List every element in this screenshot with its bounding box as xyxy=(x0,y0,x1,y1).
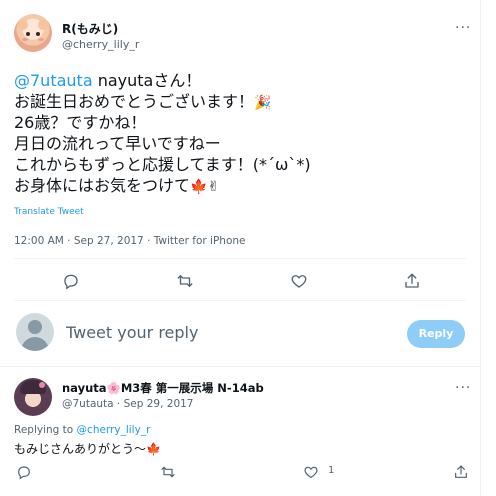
share-icon[interactable] xyxy=(453,464,469,480)
reply-icon[interactable] xyxy=(62,272,80,290)
tweet-text: @7utauta nayutaさん！ お誕生日おめでとうございます！🎉 26歳？… xyxy=(14,70,474,196)
replying-to-prefix: Replying to xyxy=(14,424,77,436)
like-icon[interactable] xyxy=(290,272,308,290)
author-handle[interactable]: @cherry_lily_r xyxy=(62,38,139,51)
like-icon[interactable] xyxy=(303,464,319,480)
author-name[interactable]: R(もみじ) xyxy=(62,20,118,37)
reply-icon[interactable] xyxy=(16,464,32,480)
retweet-icon[interactable] xyxy=(160,464,176,480)
tweet-line-text: お身体にはお気をつけて xyxy=(14,176,191,195)
reply-author-handle-date[interactable]: @7utauta · Sep 29, 2017 xyxy=(62,398,194,410)
maple-leaf-icon: 🍁 xyxy=(190,179,208,195)
tweet-actions xyxy=(0,266,480,296)
tweet-line-text: これからもずっと応援してます！(*´ω`*) xyxy=(14,155,311,174)
reply-button[interactable]: Reply xyxy=(407,320,465,348)
current-user-avatar[interactable] xyxy=(16,313,54,351)
replying-to: Replying to @cherry_lily_r xyxy=(14,424,150,436)
retweet-icon[interactable] xyxy=(176,272,194,290)
tweet-line-text: 月日の流れって早いですねー xyxy=(14,134,221,153)
reply-input[interactable]: Tweet your reply xyxy=(66,323,198,342)
divider xyxy=(14,300,466,301)
reply-author-name[interactable]: nayuta🌸M3春 第一展示場 N-14ab xyxy=(62,380,264,396)
more-options-icon[interactable]: ··· xyxy=(455,21,471,35)
tweet-line-1: @7utauta nayutaさん！ xyxy=(14,70,474,91)
divider xyxy=(14,258,466,259)
tweet-line-6: お身体にはお気をつけて🍁✌ xyxy=(14,175,474,196)
tweet-line-5: これからもずっと応援してます！(*´ω`*) xyxy=(14,154,474,175)
tweet-line-4: 月日の流れって早いですねー xyxy=(14,133,474,154)
translate-tweet-link[interactable]: Translate Tweet xyxy=(14,207,84,217)
replying-to-link[interactable]: @cherry_lily_r xyxy=(77,424,151,436)
mention-link[interactable]: @7utauta xyxy=(14,71,93,90)
victory-hand-icon: ✌ xyxy=(207,179,220,195)
tweet-line-3: 26歳？ですかね！ xyxy=(14,112,474,133)
tweet-line-text: nayutaさん！ xyxy=(92,71,202,90)
reply-tweet-text: もみじさんありがとう〜🍁 xyxy=(14,442,161,456)
share-icon[interactable] xyxy=(403,272,421,290)
tweet-line-text: 26歳？ですかね！ xyxy=(14,113,147,132)
reply-author-avatar[interactable] xyxy=(14,378,52,416)
divider xyxy=(0,366,480,367)
tweet-line-text: お誕生日おめでとうございます！ xyxy=(14,92,255,111)
author-avatar[interactable] xyxy=(14,14,52,52)
reply-more-options-icon[interactable]: ··· xyxy=(455,381,471,395)
tweet-timestamp[interactable]: 12:00 AM · Sep 27, 2017 · Twitter for iP… xyxy=(14,235,246,247)
tweet-line-2: お誕生日おめでとうございます！🎉 xyxy=(14,91,474,112)
like-count: 1 xyxy=(328,465,335,476)
reply-tweet-actions: 1 xyxy=(0,462,480,484)
party-popper-icon: 🎉 xyxy=(254,95,272,111)
